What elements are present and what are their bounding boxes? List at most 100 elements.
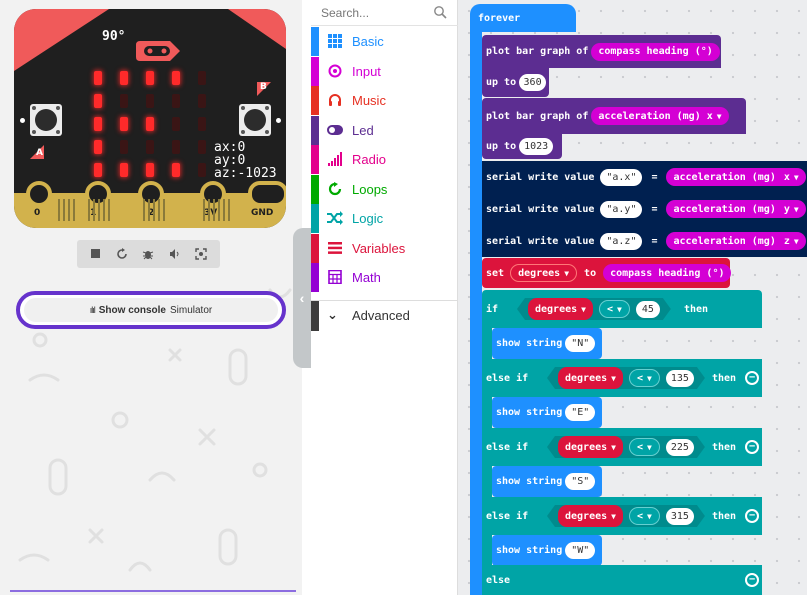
mute-icon[interactable]: [166, 245, 184, 263]
compare-block[interactable]: degrees ▼ < ▼ 135: [547, 367, 705, 389]
show-string-label: show string: [496, 545, 563, 556]
remove-else-if-icon[interactable]: −: [745, 440, 759, 454]
led-4-1: [120, 163, 128, 177]
operator-dropdown[interactable]: < ▼: [629, 369, 660, 387]
up-to-label: up to: [486, 140, 517, 152]
serial-write-value-block[interactable]: serial write value "a.x" = acceleration (mg…: [482, 161, 807, 193]
else-if-row-3[interactable]: else if degrees ▼ < ▼ 315 then −: [482, 497, 762, 535]
show-string-block[interactable]: show string "N": [492, 328, 602, 359]
if-keyword: else if: [486, 372, 529, 384]
string-input[interactable]: "W": [565, 542, 596, 559]
operator-dropdown[interactable]: < ▼: [629, 438, 660, 456]
category-stripe: [311, 145, 319, 174]
degrees-variable-reporter[interactable]: degrees ▼: [558, 367, 623, 389]
toolbox-category-math[interactable]: Math: [311, 263, 458, 292]
acceleration-reporter[interactable]: acceleration (mg) y ▼: [666, 200, 806, 218]
string-input[interactable]: "S": [565, 473, 596, 490]
show-string-block[interactable]: show string "E": [492, 397, 602, 428]
compass-heading-reporter[interactable]: compass heading (°): [603, 264, 732, 282]
microbit-logo-icon[interactable]: [134, 39, 182, 63]
acceleration-reporter[interactable]: acceleration (mg) x ▼: [666, 168, 806, 186]
axis-dropdown[interactable]: x: [707, 111, 713, 122]
button-b[interactable]: [239, 104, 271, 136]
screenshot-icon[interactable]: [192, 245, 210, 263]
else-if-row-1[interactable]: else if degrees ▼ < ▼ 135 then −: [482, 359, 762, 397]
debug-icon[interactable]: [139, 245, 157, 263]
toolbox-category-radio[interactable]: Radio: [311, 145, 458, 174]
board-hole-left: [20, 118, 25, 123]
if-row[interactable]: if degrees ▼ < ▼ 45 then: [482, 290, 762, 328]
pin-2[interactable]: [138, 181, 164, 207]
stop-icon[interactable]: [87, 245, 105, 263]
led-2-3: [172, 117, 180, 131]
set-variable-block[interactable]: set degrees ▼ to compass heading (°): [482, 258, 732, 288]
operator-dropdown[interactable]: < ▼: [629, 507, 660, 525]
threshold-number-input[interactable]: 135: [666, 370, 694, 387]
serial-write-value-block[interactable]: serial write value "a.y" = acceleration (mg…: [482, 193, 807, 225]
serial-name-input[interactable]: "a.y": [600, 200, 643, 218]
plot-bar-graph-block-1[interactable]: plot bar graph of compass heading (°): [482, 35, 721, 68]
if-branch-arm: [482, 535, 492, 566]
blocks-workspace[interactable]: forever plot bar graph of compass headin…: [458, 0, 807, 595]
degrees-variable-reporter[interactable]: degrees ▼: [528, 298, 593, 320]
acceleration-reporter[interactable]: acceleration (mg) x ▼: [591, 107, 729, 125]
degrees-variable-reporter[interactable]: degrees ▼: [558, 505, 623, 527]
threshold-number-input[interactable]: 315: [666, 508, 694, 525]
remove-else-if-icon[interactable]: −: [745, 509, 759, 523]
threshold-number-input[interactable]: 225: [666, 439, 694, 456]
compare-block[interactable]: degrees ▼ < ▼ 45: [517, 298, 671, 320]
remove-else-icon[interactable]: −: [745, 573, 759, 587]
axis-dropdown[interactable]: x: [784, 172, 790, 183]
category-stripe: [311, 204, 319, 233]
led-3-0: [94, 140, 102, 154]
category-label: Math: [352, 270, 381, 285]
pin-gnd[interactable]: [248, 181, 286, 207]
operator-dropdown[interactable]: < ▼: [599, 300, 630, 318]
max-number-input[interactable]: 1023: [519, 137, 554, 155]
acceleration-reporter[interactable]: acceleration (mg) z ▼: [666, 232, 806, 250]
threshold-number-input[interactable]: 45: [636, 301, 660, 318]
search-icon[interactable]: [433, 5, 447, 19]
string-input[interactable]: "N": [565, 335, 596, 352]
collapse-simulator-button[interactable]: ‹: [293, 228, 311, 368]
compare-block[interactable]: degrees ▼ < ▼ 225: [547, 436, 705, 458]
serial-name-input[interactable]: "a.z": [600, 232, 643, 250]
category-label: Loops: [352, 181, 388, 197]
else-if-row-2[interactable]: else if degrees ▼ < ▼ 225 then −: [482, 428, 762, 466]
dropdown-arrow-icon: ▼: [716, 111, 722, 121]
max-number-input[interactable]: 360: [519, 73, 546, 91]
if-keyword: else if: [486, 441, 529, 453]
operator-label: <: [636, 441, 644, 453]
led-3-4: [198, 140, 206, 154]
axis-dropdown[interactable]: y: [784, 204, 790, 215]
toolbox-category-variables[interactable]: Variables: [311, 233, 458, 263]
axis-dropdown[interactable]: z: [784, 236, 790, 247]
toolbox-category-input[interactable]: Input: [311, 56, 458, 86]
toolbox-category-loops[interactable]: Loops: [311, 174, 458, 204]
variable-dropdown[interactable]: degrees ▼: [510, 264, 578, 282]
signal-icon: [327, 151, 343, 167]
toolbox-category-led[interactable]: Led: [311, 115, 458, 145]
show-string-block[interactable]: show string "S": [492, 466, 602, 497]
degrees-variable-reporter[interactable]: degrees ▼: [558, 436, 623, 458]
compare-block[interactable]: degrees ▼ < ▼ 315: [547, 505, 705, 527]
toolbox-category-basic[interactable]: Basic: [311, 27, 458, 56]
serial-write-value-block[interactable]: serial write value "a.z" = acceleration (mg…: [482, 225, 807, 257]
restart-icon[interactable]: [113, 245, 131, 263]
toolbox-advanced[interactable]: ⌄ Advanced: [311, 300, 458, 331]
search-input[interactable]: [321, 4, 431, 22]
string-input[interactable]: "E": [565, 404, 596, 421]
compass-heading-reporter[interactable]: compass heading (°): [591, 42, 720, 61]
serial-name-input[interactable]: "a.x": [600, 168, 643, 186]
forever-block[interactable]: forever: [470, 4, 576, 32]
edge-strip: [203, 199, 205, 221]
console-label: Show console: [98, 304, 166, 316]
toolbox-category-music[interactable]: Music: [311, 86, 458, 115]
toolbox-category-logic[interactable]: Logic: [311, 204, 458, 233]
show-string-block[interactable]: show string "W": [492, 535, 602, 566]
button-a[interactable]: [30, 104, 62, 136]
remove-else-if-icon[interactable]: −: [745, 371, 759, 385]
plot-bar-graph-block-2[interactable]: plot bar graph of acceleration (mg) x ▼: [482, 98, 746, 134]
pin-0[interactable]: [26, 181, 52, 207]
show-console-button[interactable]: ılıl Show console Simulator: [16, 291, 286, 329]
